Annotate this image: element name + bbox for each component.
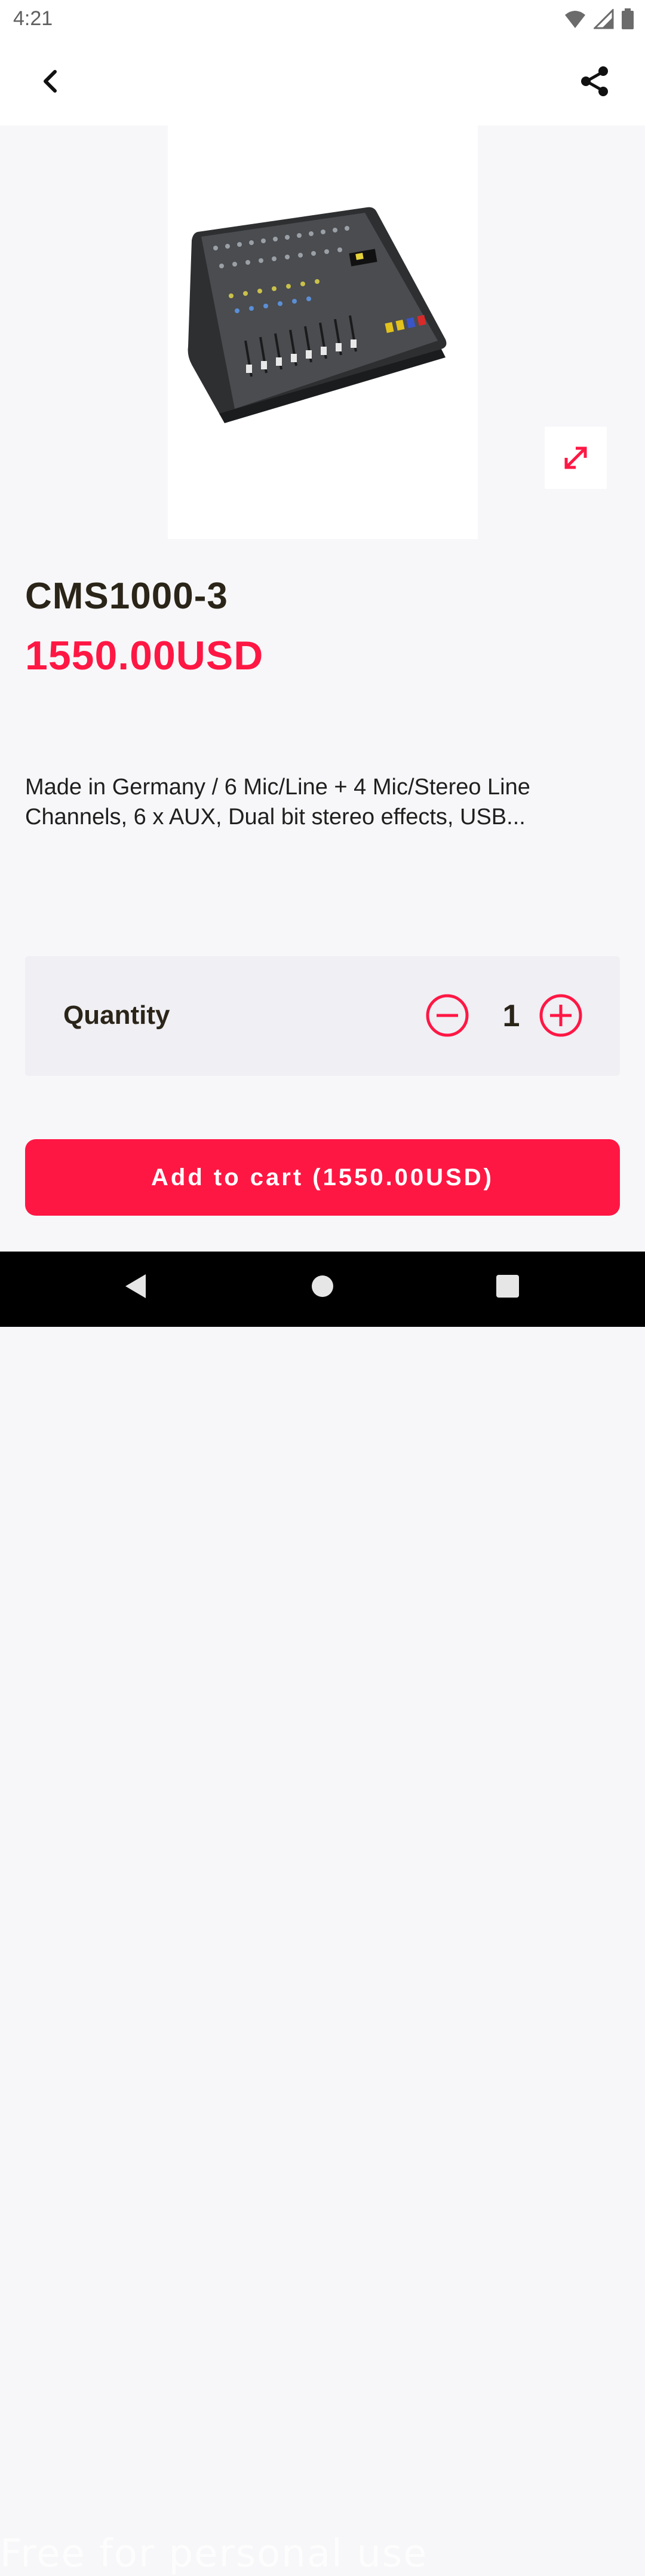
status-icons [564,8,634,30]
increase-quantity-button[interactable] [538,992,584,1039]
system-nav-bar: Free for personal use [0,1252,645,2576]
quantity-card: Quantity 1 [25,956,620,1076]
nav-home-button[interactable] [305,1268,340,1304]
quantity-label: Quantity [63,1001,170,1030]
minus-circle-icon [426,994,469,1037]
add-to-cart-button[interactable]: Add to cart (1550.00USD) [25,1139,620,1216]
app-bar [0,38,645,126]
share-icon [581,66,608,96]
decrease-quantity-button[interactable] [424,992,471,1039]
product-price: 1550.00USD [25,633,264,678]
status-time: 4:21 [13,7,53,30]
back-triangle-icon [125,1274,146,1298]
product-name: CMS1000-3 [25,576,228,617]
product-image[interactable] [168,126,478,539]
recents-square-icon [496,1275,519,1298]
nav-back-button[interactable] [117,1268,153,1304]
plus-circle-icon [539,994,582,1037]
product-description: Made in Germany / 6 Mic/Line + 4 Mic/Ste… [25,775,530,830]
watermark-text: Free for personal use [0,2532,428,2576]
expand-icon [564,446,587,469]
home-circle-icon [312,1275,333,1297]
quantity-value: 1 [502,999,520,1033]
battery-icon [622,8,634,29]
back-button[interactable] [22,53,79,110]
expand-button[interactable] [545,427,607,489]
product-gallery [0,126,645,539]
signal-icon [594,9,614,29]
nav-recents-button[interactable] [490,1268,526,1304]
share-button[interactable] [566,53,624,110]
wifi-icon [565,11,585,28]
mixer-console-image [188,207,447,423]
status-bar: 4:21 [0,0,645,38]
chevron-left-icon [44,70,57,93]
